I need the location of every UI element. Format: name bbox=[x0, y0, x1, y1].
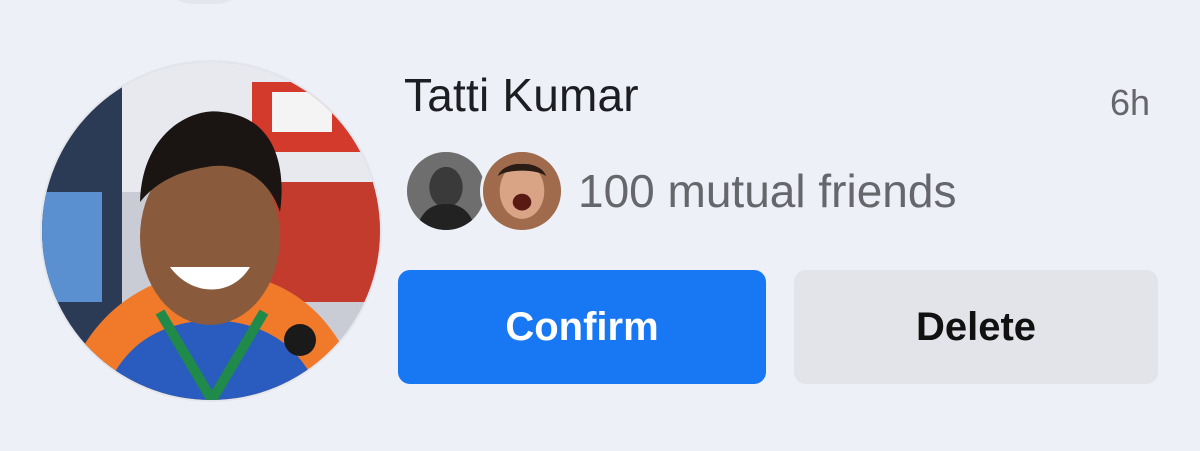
profile-avatar[interactable] bbox=[42, 62, 380, 400]
mutual-friend-avatar bbox=[404, 149, 488, 233]
mutual-friends-row[interactable]: 100 mutual friends bbox=[404, 146, 956, 236]
mutual-friends-count: 100 mutual friends bbox=[578, 165, 957, 217]
delete-button[interactable]: Delete bbox=[794, 270, 1158, 384]
requester-name[interactable]: Tatti Kumar bbox=[404, 68, 639, 122]
request-time: 6h bbox=[1109, 82, 1150, 123]
confirm-button[interactable]: Confirm bbox=[398, 270, 766, 384]
friend-request-card: Tatti Kumar 6h 100 mutual friends Confir… bbox=[0, 0, 1200, 451]
mutual-friend-avatar bbox=[480, 149, 564, 233]
previous-avatar-edge bbox=[160, 0, 250, 4]
profile-photo bbox=[42, 62, 380, 400]
